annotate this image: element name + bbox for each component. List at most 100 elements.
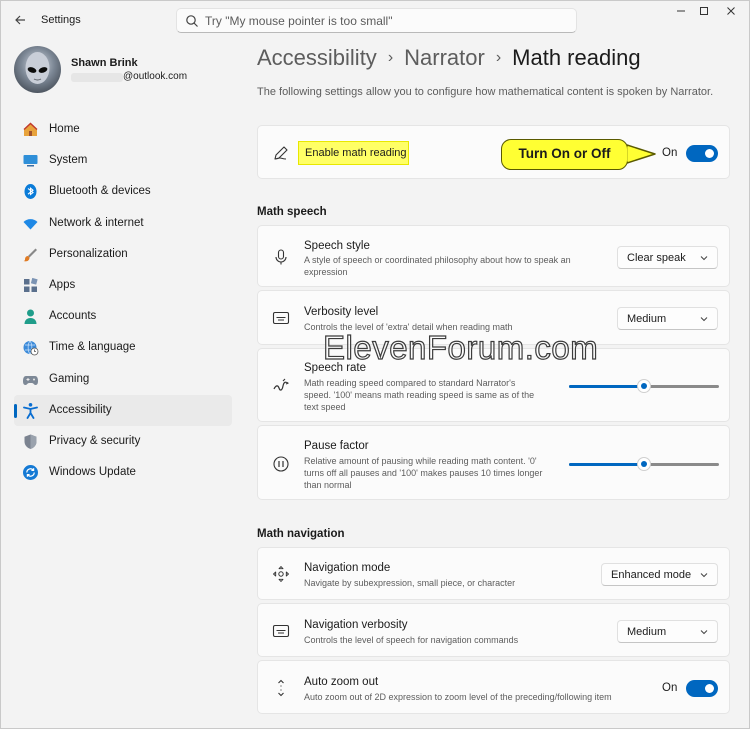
callout-arrow-icon (627, 144, 656, 164)
apps-icon (24, 277, 38, 292)
close-icon (727, 7, 735, 15)
pause-factor-desc-line2: turns off all pauses and '100' makes pau… (304, 468, 543, 478)
navigation-mode-card: Navigation mode Navigate by subexpressio… (257, 547, 730, 600)
avatar (14, 46, 61, 93)
sidebar-nav: Home System Bluetooth & devices Network … (14, 114, 234, 488)
sidebar-item-apps[interactable]: Apps (14, 270, 232, 301)
slider-fill (569, 385, 644, 388)
sidebar-item-label: Time & language (49, 341, 136, 354)
maximize-button[interactable] (691, 5, 717, 21)
minimize-icon (677, 10, 685, 12)
speech-style-dropdown[interactable]: Clear speak (617, 246, 718, 269)
auto-zoom-out-state: On (662, 682, 678, 694)
navigation-verbosity-title: Navigation verbosity (304, 619, 408, 631)
sidebar-item-windows-update[interactable]: Windows Update (14, 457, 232, 488)
pen-icon (274, 146, 288, 160)
speech-rate-desc-line2: speed. '100' means math reading speed is… (304, 390, 535, 400)
sidebar-item-home[interactable]: Home (14, 114, 232, 145)
back-button[interactable] (9, 10, 31, 30)
close-button[interactable] (718, 5, 744, 21)
sidebar-item-label: Network & internet (49, 216, 144, 229)
enable-math-reading-toggle[interactable] (686, 145, 718, 162)
user-name: Shawn Brink (71, 57, 138, 69)
slider-thumb[interactable] (637, 457, 651, 471)
enable-math-reading-label: Enable math reading (305, 147, 407, 159)
page-description: The following settings allow you to conf… (257, 86, 714, 98)
breadcrumb: Accessibility › Narrator › Math reading (257, 45, 641, 79)
speech-rate-desc-line3: text speed (304, 402, 346, 412)
pause-icon (273, 456, 289, 472)
alien-avatar-icon (25, 52, 50, 84)
speech-style-value: Clear speak (627, 252, 686, 264)
shield-icon (24, 434, 37, 449)
globe-clock-icon (23, 341, 39, 356)
verbosity-level-value: Medium (627, 313, 667, 325)
sidebar-item-accessibility[interactable]: Accessibility (14, 394, 232, 426)
back-arrow-icon (15, 15, 25, 25)
breadcrumb-separator: › (495, 49, 502, 66)
sidebar-item-privacy[interactable]: Privacy & security (14, 426, 232, 457)
section-title-math-navigation: Math navigation (257, 528, 345, 540)
title-bar: Settings (1, 1, 749, 39)
bluetooth-icon (24, 184, 37, 200)
sidebar-item-label: Windows Update (49, 466, 136, 479)
pause-factor-desc-line3: than normal (304, 480, 352, 490)
verbosity-icon (272, 311, 290, 325)
enable-math-reading-state: On (662, 147, 678, 159)
pause-factor-slider[interactable] (569, 457, 719, 471)
enable-math-reading-card: Enable math reading On (257, 125, 730, 179)
breadcrumb-accessibility[interactable]: Accessibility (257, 45, 377, 70)
update-icon (23, 465, 38, 481)
verbosity-icon (272, 624, 290, 638)
monitor-icon (23, 155, 38, 167)
navigation-verbosity-dropdown[interactable]: Medium (617, 620, 718, 643)
sidebar-item-network[interactable]: Network & internet (14, 208, 232, 239)
sidebar-item-bluetooth[interactable]: Bluetooth & devices (14, 176, 232, 207)
verbosity-level-dropdown[interactable]: Medium (617, 307, 718, 330)
enable-math-reading-highlight: Enable math reading (298, 141, 409, 165)
sidebar-item-system[interactable]: System (14, 145, 232, 176)
user-profile[interactable]: Shawn Brink @outlook.com (14, 46, 244, 94)
pause-factor-desc-line1: Relative amount of pausing while reading… (304, 456, 537, 466)
speech-style-desc-line1: A style of speech or coordinated philoso… (304, 255, 571, 265)
verbosity-level-title: Verbosity level (304, 306, 379, 318)
navigation-mode-desc: Navigate by subexpression, small piece, … (304, 578, 516, 588)
zoom-out-icon (278, 679, 284, 697)
sidebar-item-label: Accounts (49, 310, 97, 323)
speech-rate-slider[interactable] (569, 379, 719, 393)
auto-zoom-out-desc: Auto zoom out of 2D expression to zoom l… (304, 692, 612, 702)
auto-zoom-out-card: Auto zoom out Auto zoom out of 2D expres… (257, 660, 730, 714)
breadcrumb-separator: › (387, 49, 394, 66)
sidebar-item-label: System (49, 154, 88, 167)
chevron-down-icon (700, 317, 708, 322)
navigation-verbosity-card: Navigation verbosity Controls the level … (257, 603, 730, 657)
breadcrumb-narrator[interactable]: Narrator (404, 45, 485, 70)
sidebar-item-label: Accessibility (49, 403, 112, 416)
speech-style-card: Speech style A style of speech or coordi… (257, 225, 730, 287)
navigation-icon (273, 566, 289, 582)
sidebar-item-gaming[interactable]: Gaming (14, 364, 232, 395)
sidebar-item-accounts[interactable]: Accounts (14, 301, 232, 332)
sidebar-item-label: Gaming (49, 372, 90, 385)
speech-style-title: Speech style (304, 240, 370, 252)
navigation-verbosity-value: Medium (627, 626, 667, 638)
wifi-icon (23, 218, 38, 230)
slider-thumb[interactable] (637, 379, 651, 393)
accessibility-icon (23, 402, 38, 419)
search-box[interactable] (176, 8, 577, 33)
app-title: Settings (41, 14, 81, 26)
speech-rate-icon (273, 378, 289, 391)
navigation-mode-value: Enhanced mode (611, 569, 692, 581)
sidebar-item-personalization[interactable]: Personalization (14, 239, 232, 270)
microphone-icon (275, 249, 287, 265)
navigation-mode-dropdown[interactable]: Enhanced mode (601, 563, 718, 586)
section-title-math-speech: Math speech (257, 206, 327, 218)
auto-zoom-out-toggle[interactable] (686, 680, 718, 697)
search-icon (186, 15, 198, 27)
settings-window: Settings Shawn Brink @outlook.com (0, 0, 750, 729)
gamepad-icon (23, 375, 38, 385)
sidebar-item-time-language[interactable]: Time & language (14, 332, 232, 363)
search-input[interactable] (205, 12, 565, 30)
speech-style-desc-line2: expression (304, 267, 348, 277)
chevron-down-icon (700, 630, 708, 635)
